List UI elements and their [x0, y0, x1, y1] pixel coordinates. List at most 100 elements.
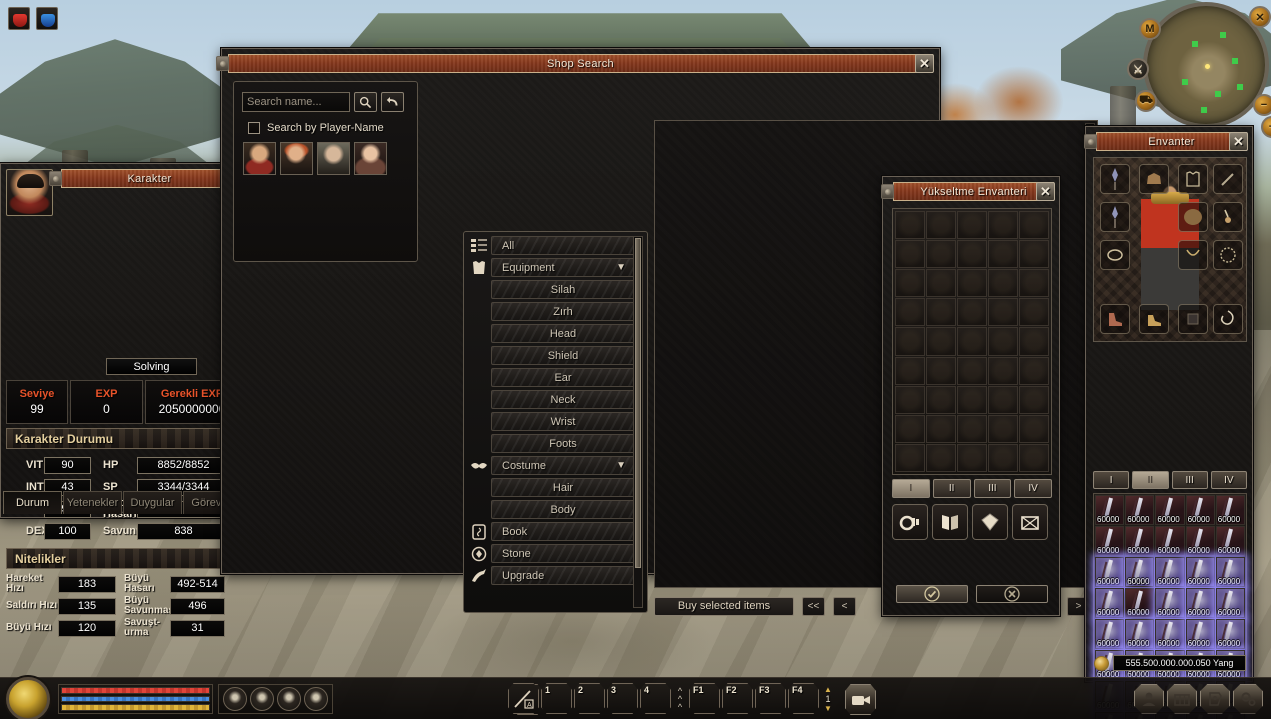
category-list-panel[interactable]: All Equipment ▼ Silah Zırh Head Shield Ear Neck W…	[463, 231, 648, 613]
inventory-item-slot[interactable]: 60000	[1125, 557, 1155, 587]
upgrade-slot[interactable]	[1019, 327, 1049, 356]
book-icon[interactable]	[932, 504, 968, 540]
armor-slot[interactable]	[1178, 164, 1208, 194]
category-item-upgrade[interactable]: Upgrade	[467, 565, 635, 586]
upgrade-slot[interactable]	[926, 240, 956, 269]
spirit-stone-slot[interactable]	[1178, 304, 1208, 334]
upgrade-slot[interactable]	[895, 414, 925, 443]
upgrade-slot[interactable]	[988, 211, 1018, 240]
boots-slot[interactable]	[1100, 304, 1130, 334]
earring-slot[interactable]	[1213, 202, 1243, 232]
arrow-slot[interactable]	[1213, 164, 1243, 194]
gem-icon[interactable]	[972, 504, 1008, 540]
upgrade-slot[interactable]	[926, 211, 956, 240]
upgrade-slot[interactable]	[1019, 211, 1049, 240]
inventory-item-slot[interactable]: 60000	[1185, 557, 1215, 587]
page-up-icon[interactable]: ▲	[824, 685, 832, 693]
upgrade-slot[interactable]	[988, 356, 1018, 385]
necklace-slot[interactable]	[1178, 240, 1208, 270]
map-button[interactable]: M	[1139, 18, 1161, 40]
upgrade-inventory-tabs[interactable]: I II III IV	[892, 479, 1052, 498]
inventory-item-slot[interactable]: 60000	[1095, 588, 1125, 618]
ring-icon[interactable]	[892, 504, 928, 540]
potion-slot[interactable]	[250, 687, 274, 711]
red-potion-buff-icon[interactable]	[8, 7, 30, 30]
inventory-item-slot[interactable]: 60000	[1125, 619, 1155, 649]
upgrade-slot[interactable]	[988, 327, 1018, 356]
upgrade-slot[interactable]	[926, 385, 956, 414]
inventory-close-button[interactable]: ✕	[1229, 132, 1248, 151]
upgrade-slot[interactable]	[957, 385, 987, 414]
zoom-out-button[interactable]: −	[1253, 94, 1271, 116]
inventory-item-slot[interactable]: 60000	[1095, 557, 1125, 587]
upgrade-slot[interactable]	[926, 298, 956, 327]
inventory-window[interactable]: Envanter ✕ I II III IV 60000 60000 60000…	[1084, 126, 1253, 719]
class-portrait-filters[interactable]	[243, 142, 387, 175]
pvp-button[interactable]: ⚔	[1127, 58, 1149, 80]
upgrade-slot[interactable]	[926, 269, 956, 298]
upgrade-slot[interactable]	[895, 356, 925, 385]
category-item-head[interactable]: Head	[467, 323, 635, 344]
buy-selected-items-button[interactable]: Buy selected items	[654, 596, 794, 616]
upgrade-slot[interactable]	[988, 240, 1018, 269]
ninja-portrait-filter[interactable]	[280, 142, 313, 175]
upgrade-slot[interactable]	[988, 269, 1018, 298]
character-icon[interactable]	[1134, 683, 1164, 714]
confirm-button[interactable]	[896, 585, 968, 603]
category-item-body[interactable]: Body	[467, 499, 635, 520]
inventory-item-slot[interactable]: 60000	[1215, 495, 1245, 525]
inventory-tab-3[interactable]: III	[1171, 471, 1208, 489]
upgrade-inventory-window[interactable]: Yükseltme Envanteri ✕ I II III IV	[881, 176, 1060, 616]
shop-button[interactable]: ⛟	[1135, 90, 1157, 112]
potion-slot[interactable]	[277, 687, 301, 711]
upgrade-slot[interactable]	[895, 385, 925, 414]
equipment-panel[interactable]	[1093, 157, 1247, 342]
weapon-slot[interactable]	[1100, 164, 1130, 194]
blue-potion-buff-icon[interactable]	[36, 7, 58, 30]
upgrade-slot[interactable]	[1019, 414, 1049, 443]
weapon-toggle-icon[interactable]: A	[508, 683, 539, 714]
upgrade-slot[interactable]	[895, 240, 925, 269]
inventory-item-slot[interactable]: 60000	[1215, 619, 1245, 649]
function-slot-f3[interactable]: F3	[755, 683, 786, 714]
inventory-item-slot[interactable]: 60000	[1155, 619, 1185, 649]
talisman-scroll-slot[interactable]	[1213, 304, 1243, 334]
category-item-ear[interactable]: Ear	[467, 367, 635, 388]
category-item-z-rh[interactable]: Zırh	[467, 301, 635, 322]
page-first-button[interactable]: <<	[802, 596, 825, 616]
shop-search-window[interactable]: Shop Search ✕ Search by Player-Name	[216, 48, 1098, 616]
upgrade-slot[interactable]	[926, 327, 956, 356]
tab-durum[interactable]: Durum	[3, 491, 62, 514]
inventory-item-slot[interactable]: 60000	[1155, 495, 1185, 525]
category-item-stone[interactable]: Stone	[467, 543, 635, 564]
upgrade-slot[interactable]	[895, 211, 925, 240]
quickslot-1[interactable]: 1	[541, 683, 572, 714]
inventory-item-slot[interactable]: 60000	[1185, 495, 1215, 525]
upgrade-slot[interactable]	[895, 443, 925, 472]
quest-icon[interactable]	[1200, 683, 1230, 714]
upgrade-slot[interactable]	[957, 269, 987, 298]
inventory-item-slot[interactable]: 60000	[1185, 619, 1215, 649]
upgrade-slot[interactable]	[957, 298, 987, 327]
category-item-book[interactable]: Book	[467, 521, 635, 542]
camera-icon[interactable]	[845, 684, 876, 715]
inventory-item-slot[interactable]: 60000	[1095, 619, 1125, 649]
upgrade-slot[interactable]	[957, 327, 987, 356]
chevron-down-icon[interactable]: ▼	[616, 262, 626, 273]
upgrade-slot[interactable]	[1019, 298, 1049, 327]
category-item-neck[interactable]: Neck	[467, 389, 635, 410]
upgrade-slot[interactable]	[926, 414, 956, 443]
inventory-item-slot[interactable]: 60000	[1155, 588, 1185, 618]
category-scrollbar[interactable]	[633, 236, 643, 608]
category-list[interactable]: All Equipment ▼ Silah Zırh Head Shield Ear Neck W…	[467, 235, 635, 609]
inventory-item-slot[interactable]: 60000	[1185, 526, 1215, 556]
category-item-hair[interactable]: Hair	[467, 477, 635, 498]
character-window[interactable]: Karakter ✕ Solving Seviye 99 EXP 0 Gerek…	[0, 163, 243, 638]
upgrade-tab-2[interactable]: II	[932, 479, 971, 498]
quickslot-2[interactable]: 2	[574, 683, 605, 714]
upgrade-slot[interactable]	[1019, 385, 1049, 414]
upgrade-slot[interactable]	[1019, 443, 1049, 472]
tab-duygular[interactable]: Duygular	[123, 491, 182, 514]
quickslot-page-selector[interactable]: ▲ 1 ▼	[821, 683, 835, 714]
search-input[interactable]	[242, 92, 350, 112]
